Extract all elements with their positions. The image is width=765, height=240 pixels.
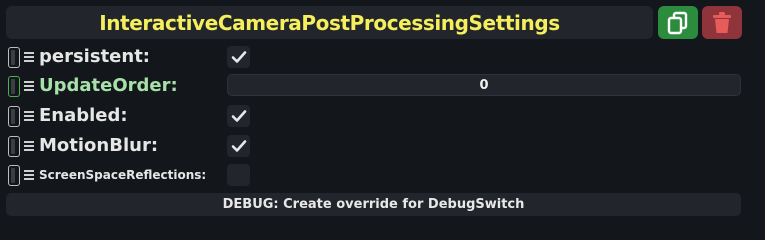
persistent-checkbox[interactable] xyxy=(227,46,250,68)
field-menu-icon[interactable] xyxy=(24,111,34,121)
field-row-motion-blur: MotionBlur: xyxy=(6,133,758,159)
debug-override-label: DEBUG: Create override for DebugSwitch xyxy=(222,197,525,212)
field-row-persistent: persistent: xyxy=(6,44,758,70)
motion-blur-checkbox[interactable] xyxy=(227,135,250,157)
drag-handle[interactable] xyxy=(8,136,20,157)
drag-handle[interactable] xyxy=(8,165,20,186)
field-menu-icon[interactable] xyxy=(24,52,34,62)
field-label-motion-blur: MotionBlur: xyxy=(39,135,159,156)
field-label-screen-space-reflections: ScreenSpaceReflections: xyxy=(39,168,207,182)
enabled-checkbox[interactable] xyxy=(227,105,250,127)
drag-handle[interactable] xyxy=(8,76,20,97)
copy-button[interactable] xyxy=(658,6,698,39)
field-row-screen-space-reflections: ScreenSpaceReflections: xyxy=(6,162,758,188)
drag-handle[interactable] xyxy=(8,47,20,68)
component-title: InteractiveCameraPostProcessingSettings xyxy=(6,6,653,39)
field-row-enabled: Enabled: xyxy=(6,103,758,129)
field-menu-icon[interactable] xyxy=(24,81,34,91)
copy-icon xyxy=(667,11,688,34)
trash-icon xyxy=(713,11,731,33)
field-menu-icon[interactable] xyxy=(24,141,34,151)
field-label-persistent: persistent: xyxy=(39,46,150,67)
field-menu-icon[interactable] xyxy=(24,170,34,180)
checkmark-icon xyxy=(231,140,246,152)
screen-space-reflections-checkbox[interactable] xyxy=(227,164,250,186)
field-row-update-order: UpdateOrder: 0 xyxy=(6,73,758,99)
field-label-enabled: Enabled: xyxy=(39,105,128,126)
checkmark-icon xyxy=(231,51,246,63)
debug-override-button[interactable]: DEBUG: Create override for DebugSwitch xyxy=(6,193,741,216)
checkmark-icon xyxy=(231,110,246,122)
update-order-input[interactable]: 0 xyxy=(227,74,741,96)
component-title-text: InteractiveCameraPostProcessingSettings xyxy=(99,10,560,35)
delete-button[interactable] xyxy=(702,6,742,39)
update-order-value: 0 xyxy=(479,77,489,93)
field-label-update-order: UpdateOrder: xyxy=(39,75,178,96)
drag-handle[interactable] xyxy=(8,106,20,127)
